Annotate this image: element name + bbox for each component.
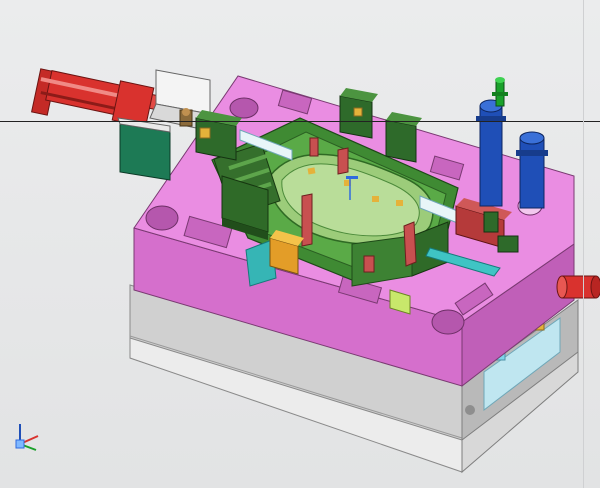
crosshair-horizontal: [0, 121, 600, 122]
triad-cube-icon: [15, 439, 25, 449]
side-fitting: [556, 275, 600, 299]
view-triad[interactable]: [6, 418, 46, 458]
mold-assembly-model[interactable]: [0, 0, 600, 488]
cad-viewport[interactable]: [0, 0, 600, 488]
sprue-pin: [179, 108, 193, 127]
crosshair-vertical: [583, 0, 584, 488]
